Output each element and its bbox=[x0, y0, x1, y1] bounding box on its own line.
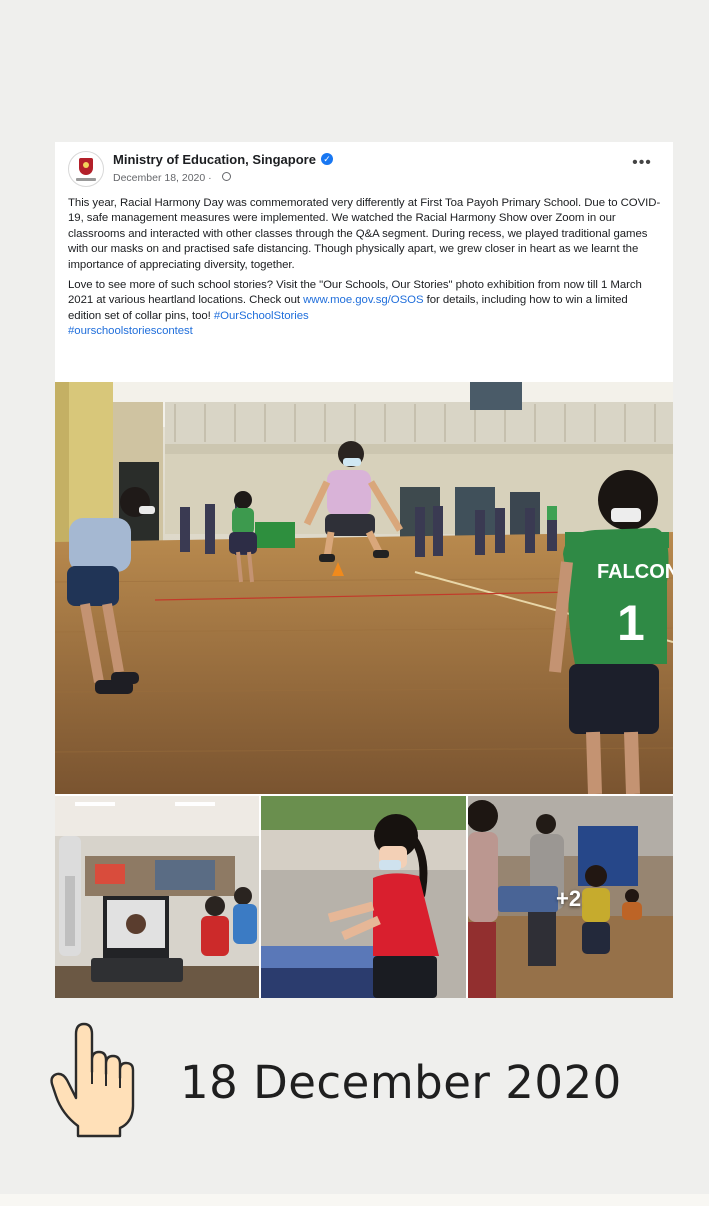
page-name[interactable]: Ministry of Education, Singapore bbox=[113, 152, 316, 167]
more-photos-count[interactable]: +2 bbox=[556, 886, 581, 912]
crest-scroll bbox=[76, 178, 96, 181]
hashtag-link[interactable]: #ourschoolstoriescontest bbox=[68, 325, 193, 337]
post-paragraph: This year, Racial Harmony Day was commem… bbox=[68, 197, 661, 271]
jersey-number: 1 bbox=[617, 595, 645, 651]
jersey-text: FALCON bbox=[597, 561, 673, 583]
main-photo[interactable]: FALCON 1 bbox=[55, 382, 673, 794]
post-date[interactable]: December 18, 2020 · bbox=[113, 172, 212, 184]
moe-crest-icon bbox=[79, 158, 93, 175]
post-text: This year, Racial Harmony Day was commem… bbox=[68, 196, 662, 345]
post-header: Ministry of Education, Singapore ✓ Decem… bbox=[55, 142, 673, 192]
post-paragraph: Love to see more of such school stories?… bbox=[68, 278, 662, 340]
caption-date: 18 December 2020 bbox=[180, 1056, 622, 1109]
bottom-strip bbox=[0, 1194, 709, 1206]
verified-icon: ✓ bbox=[321, 153, 333, 165]
page-avatar[interactable] bbox=[68, 151, 104, 187]
pointing-hand-icon bbox=[50, 1022, 135, 1138]
photo-thumbnail[interactable] bbox=[261, 796, 466, 998]
photo-thumbnail[interactable] bbox=[55, 796, 259, 998]
exhibition-link[interactable]: www.moe.gov.sg/OSOS bbox=[303, 294, 423, 306]
hashtag-link[interactable]: #OurSchoolStories bbox=[214, 310, 309, 322]
globe-icon bbox=[222, 172, 231, 181]
facebook-post: Ministry of Education, Singapore ✓ Decem… bbox=[55, 142, 673, 998]
more-options-button[interactable]: ••• bbox=[627, 155, 657, 176]
